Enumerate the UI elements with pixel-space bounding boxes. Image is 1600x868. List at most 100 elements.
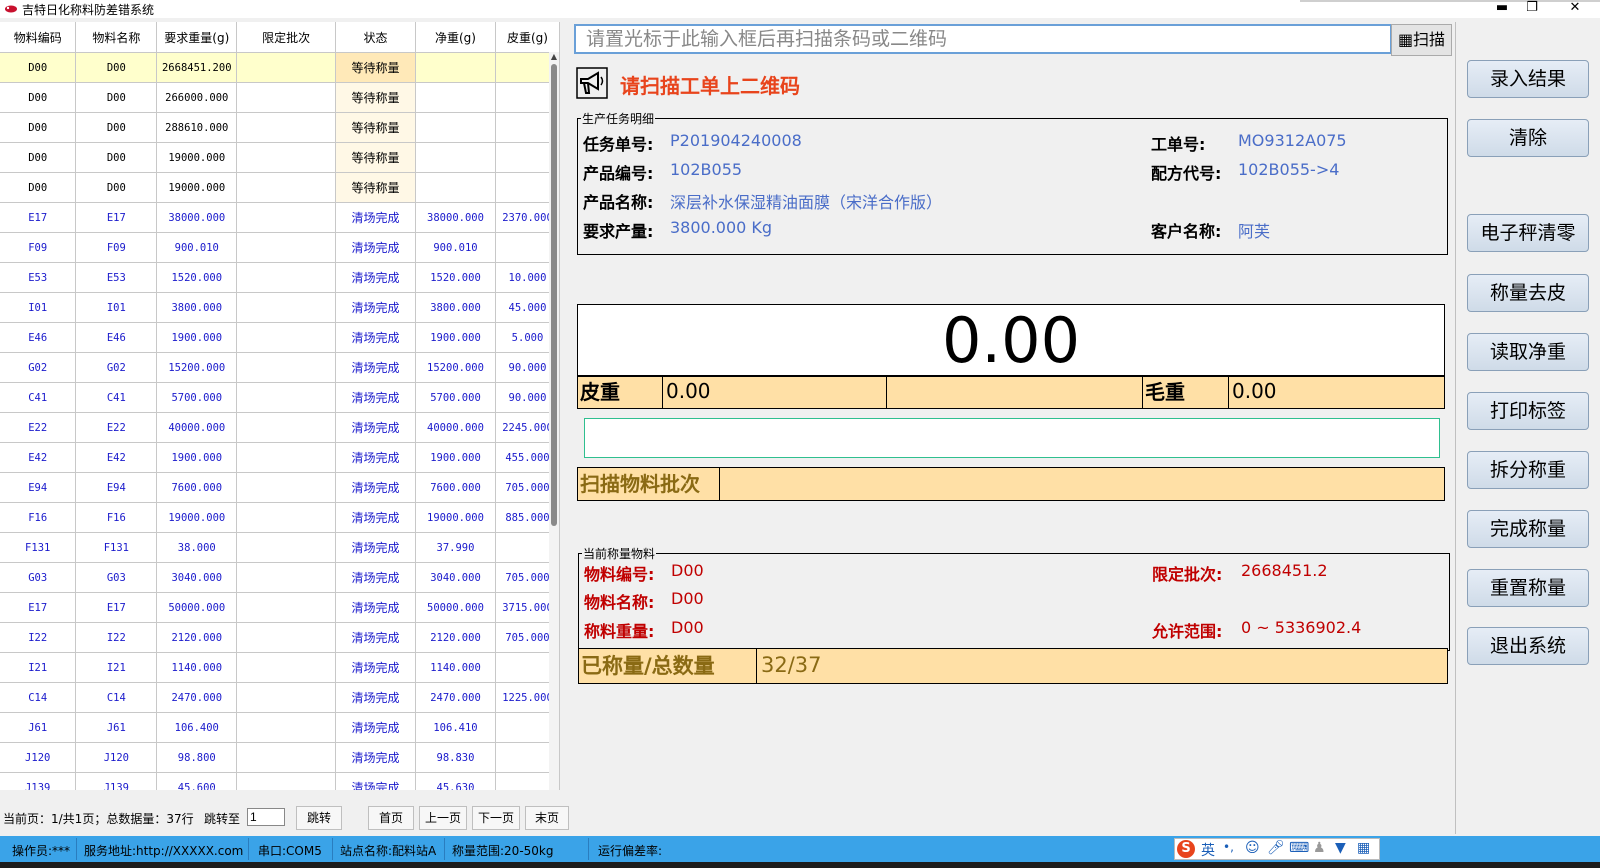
microphone-icon[interactable]: 🎤︎ [1267,840,1285,856]
punctuation-icon[interactable]: •, [1223,840,1234,854]
split-weigh-button[interactable]: 拆分称重 [1467,451,1589,489]
table-cell [236,52,337,83]
record-result-button[interactable]: 录入结果 [1467,60,1589,98]
allowed-range-label: 允许范围: [1152,622,1223,641]
print-label-button[interactable]: 打印标签 [1467,392,1589,430]
table-row[interactable]: F131 F131 38.000 清场完成 37.990 [0,532,560,563]
table-cell: J139 [0,772,77,790]
table-row[interactable]: D00 D00 288610.000 等待称量 [0,112,560,143]
toolbox-icon[interactable]: ▦ [1357,840,1370,856]
scroll-thumb[interactable] [551,64,557,526]
table-cell [236,742,337,773]
table-row[interactable]: D00 D00 19000.000 等待称量 [0,172,560,203]
table-cell [236,412,337,443]
grid-vertical-scrollbar[interactable]: ▲ ▼ [549,52,559,790]
exit-system-button[interactable]: 退出系统 [1467,627,1589,665]
table-row[interactable]: I22 I22 2120.000 清场完成 2120.000 705.000 [0,622,560,653]
jump-button[interactable]: 跳转 [296,806,342,830]
table-row[interactable]: E22 E22 40000.000 清场完成 40000.000 2245.000 [0,412,560,443]
table-row[interactable]: E46 E46 1900.000 清场完成 1900.000 5.000 [0,322,560,353]
ime-toolbar[interactable]: S 英 •, ☺ 🎤︎ ⌨ ♟ ▼ ▦ [1174,838,1380,860]
table-cell [236,262,337,293]
col-header-tare-weight[interactable]: 皮重(g) [495,22,560,53]
scroll-up-icon[interactable]: ▲ [549,52,559,61]
finish-weigh-button[interactable]: 完成称量 [1467,510,1589,548]
table-row[interactable]: I21 I21 1140.000 清场完成 1140.000 [0,652,560,683]
clear-button[interactable]: 清除 [1467,119,1589,157]
col-header-batch[interactable]: 限定批次 [236,22,337,53]
table-row[interactable]: J139 J139 45.600 清场完成 45.630 [0,772,560,790]
col-header-required-weight[interactable]: 要求重量(g) [156,22,238,53]
table-row[interactable]: J120 J120 98.800 清场完成 98.830 [0,742,560,773]
table-cell: 清场完成 [335,472,417,503]
table-row[interactable]: G02 G02 15200.000 清场完成 15200.000 90.000 [0,352,560,383]
table-row[interactable]: F09 F09 900.010 清场完成 900.010 [0,232,560,263]
product-name-value: 深层补水保湿精油面膜（宋洋合作版） [670,193,943,212]
table-cell: 等待称量 [335,112,417,143]
user-icon[interactable]: ♟ [1313,840,1326,856]
tare-value: 0.00 [663,377,887,408]
progress-value: 32/37 [761,653,822,677]
table-row[interactable]: C14 C14 2470.000 清场完成 2470.000 1225.000 [0,682,560,713]
table-cell: 288610.000 [156,112,238,143]
first-page-button[interactable]: 首页 [368,806,414,830]
col-header-code[interactable]: 物料编码 [0,22,77,53]
col-header-net-weight[interactable]: 净重(g) [415,22,496,53]
tare-button[interactable]: 称量去皮 [1467,274,1589,312]
close-icon[interactable]: ✕ [1560,0,1590,18]
prev-page-button[interactable]: 上一页 [419,806,467,830]
table-row[interactable]: D00 D00 19000.000 等待称量 [0,142,560,173]
table-cell: E17 [75,592,158,623]
table-cell [415,142,496,173]
table-cell: 15200.000 [156,352,238,383]
last-page-button[interactable]: 末页 [525,806,569,830]
table-row[interactable]: E53 E53 1520.000 清场完成 1520.000 10.000 [0,262,560,293]
table-row[interactable]: D00 D00 2668451.200 等待称量 [0,52,560,83]
scale-zero-button[interactable]: 电子秤清零 [1467,214,1589,252]
scale-reading: 0.00 [577,304,1445,377]
app-logo-icon [5,5,17,13]
table-cell: 50000.000 [156,592,238,623]
table-row[interactable]: C41 C41 5700.000 清场完成 5700.000 90.000 [0,382,560,413]
table-row[interactable]: E17 E17 38000.000 清场完成 38000.000 2370.000 [0,202,560,233]
reset-weigh-button[interactable]: 重置称量 [1467,569,1589,607]
table-row[interactable]: F16 F16 19000.000 清场完成 19000.000 885.000 [0,502,560,533]
table-cell: 5700.000 [415,382,496,413]
sogou-logo-icon[interactable]: S [1177,840,1195,858]
col-header-name[interactable]: 物料名称 [75,22,158,53]
current-material-box: 当前称量物料 物料编号: D00 限定批次: 2668451.2 物料名称: D… [578,545,1450,651]
table-cell: D00 [75,142,158,173]
minimize-icon[interactable]: ▬ [1487,0,1517,18]
jump-page-input[interactable] [247,808,285,826]
table-row[interactable]: J61 J61 106.400 清场完成 106.410 [0,712,560,743]
table-cell: 2120.000 [156,622,238,653]
table-cell: E94 [75,472,158,503]
weigh-weight-value: D00 [671,618,704,637]
ime-language-toggle[interactable]: 英 [1201,840,1215,860]
table-cell: 等待称量 [335,52,417,83]
batch-input[interactable] [584,418,1440,458]
table-row[interactable]: E42 E42 1900.000 清场完成 1900.000 455.000 [0,442,560,473]
col-header-status[interactable]: 状态 [335,22,417,53]
table-cell: 清场完成 [335,532,417,563]
table-cell: 7600.000 [156,472,238,503]
table-row[interactable]: D00 D00 266000.000 等待称量 [0,82,560,113]
table-row[interactable]: I01 I01 3800.000 清场完成 3800.000 45.000 [0,292,560,323]
table-cell: F09 [75,232,158,263]
keyboard-icon[interactable]: ⌨ [1289,840,1309,856]
restore-icon[interactable]: ❐ [1517,0,1547,18]
table-cell [236,382,337,413]
next-page-button[interactable]: 下一页 [472,806,520,830]
table-cell: D00 [75,112,158,143]
scan-input[interactable]: 请置光标于此输入框后再扫描条码或二维码 [574,24,1392,54]
emoji-icon[interactable]: ☺ [1245,840,1260,856]
table-row[interactable]: G03 G03 3040.000 清场完成 3040.000 705.000 [0,562,560,593]
scan-button[interactable]: ▦扫描 [1391,24,1452,56]
title-decoration [1300,0,1600,2]
table-row[interactable]: E17 E17 50000.000 清场完成 50000.000 3715.000 [0,592,560,623]
table-row[interactable]: E94 E94 7600.000 清场完成 7600.000 705.000 [0,472,560,503]
read-net-weight-button[interactable]: 读取净重 [1467,333,1589,371]
output-label: 要求产量: [583,222,654,241]
skin-icon[interactable]: ▼ [1335,840,1346,856]
table-cell [236,532,337,563]
